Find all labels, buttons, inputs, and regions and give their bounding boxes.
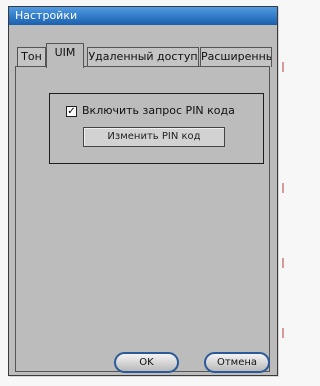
tab-ton[interactable]: Тон bbox=[17, 47, 46, 67]
pin-group-box: ✓ Включить запрос PIN кода Изменить PIN … bbox=[49, 93, 264, 164]
tab-remote-access[interactable]: Удаленный доступ bbox=[87, 47, 199, 67]
edge-marker bbox=[282, 258, 284, 268]
pin-request-label[interactable]: Включить запрос PIN кода bbox=[82, 104, 235, 117]
pin-request-checkbox[interactable]: ✓ bbox=[66, 106, 77, 117]
tab-label: Тон bbox=[21, 50, 42, 63]
tab-panel-uim: ✓ Включить запрос PIN кода Изменить PIN … bbox=[15, 66, 270, 372]
change-pin-button[interactable]: Изменить PIN код bbox=[83, 127, 225, 147]
tab-advanced[interactable]: Расширенные bbox=[200, 47, 272, 67]
ok-button[interactable]: OK bbox=[114, 352, 179, 373]
tab-label: Удаленный доступ bbox=[88, 50, 198, 63]
check-mark-icon: ✓ bbox=[67, 106, 76, 117]
settings-dialog: Настройки Тон UIM Удаленный доступ Расши… bbox=[8, 6, 278, 376]
window-title: Настройки bbox=[15, 9, 78, 22]
edge-marker bbox=[282, 62, 284, 72]
tab-label: UIM bbox=[54, 46, 76, 59]
edge-marker bbox=[282, 328, 284, 338]
title-bar[interactable]: Настройки bbox=[9, 7, 277, 25]
cancel-button[interactable]: Отмена bbox=[204, 352, 270, 373]
tab-uim[interactable]: UIM bbox=[46, 43, 84, 68]
tab-label: Расширенные bbox=[201, 50, 271, 63]
cancel-label: Отмена bbox=[216, 357, 258, 368]
edge-marker bbox=[282, 183, 284, 193]
ok-label: OK bbox=[139, 357, 154, 368]
change-pin-label: Изменить PIN код bbox=[107, 131, 201, 142]
